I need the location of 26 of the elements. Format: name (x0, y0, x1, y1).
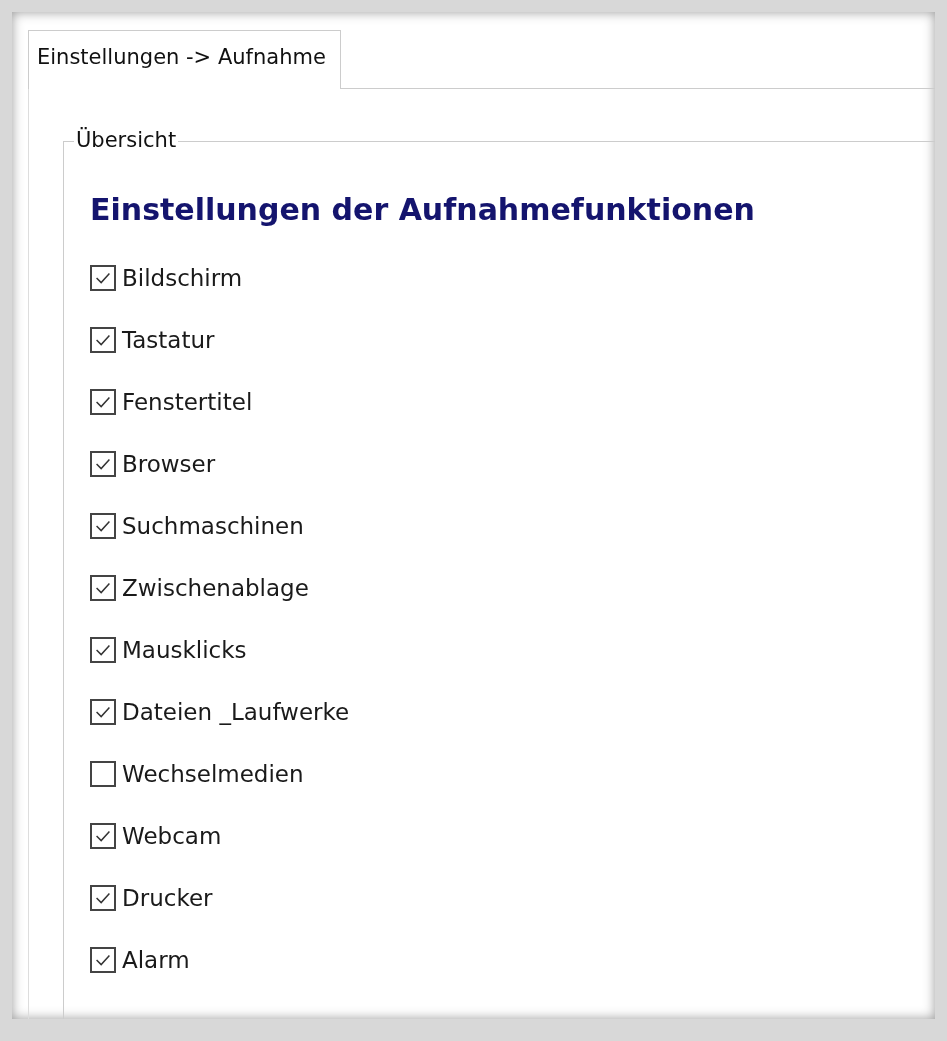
checkbox[interactable] (90, 947, 116, 973)
checkbox[interactable] (90, 637, 116, 663)
checkbox[interactable] (90, 575, 116, 601)
checkbox[interactable] (90, 327, 116, 353)
tab[interactable]: Einstellungen -> Aufnahme (28, 30, 341, 89)
checkbox[interactable] (90, 699, 116, 725)
checkbox-label: Wechselmedien (122, 761, 304, 787)
checkbox-label: Bildschirm (122, 265, 243, 291)
checkbox[interactable] (90, 513, 116, 539)
checkbox-label: Drucker (122, 885, 213, 911)
checkbox-label: Tastatur (122, 327, 215, 353)
checkbox-label: Webcam (122, 823, 222, 849)
checkbox[interactable] (90, 451, 116, 477)
checkbox[interactable] (90, 885, 116, 911)
checkbox-label: Browser (122, 451, 216, 477)
checkbox-label: Mausklicks (122, 637, 247, 663)
section-heading: Einstellungen der Aufnahmefunktionen (90, 192, 756, 227)
checkbox[interactable] (90, 823, 116, 849)
checkbox[interactable] (90, 389, 116, 415)
checkbox-label: Dateien _Laufwerke (122, 699, 350, 725)
checkbox-label: Zwischenablage (122, 575, 309, 601)
checkbox[interactable] (90, 761, 116, 787)
checkbox-label: Fenstertitel (122, 389, 253, 415)
checkbox-label: Suchmaschinen (122, 513, 304, 539)
checkbox[interactable] (90, 265, 116, 291)
checkbox-label: Alarm (122, 947, 190, 973)
